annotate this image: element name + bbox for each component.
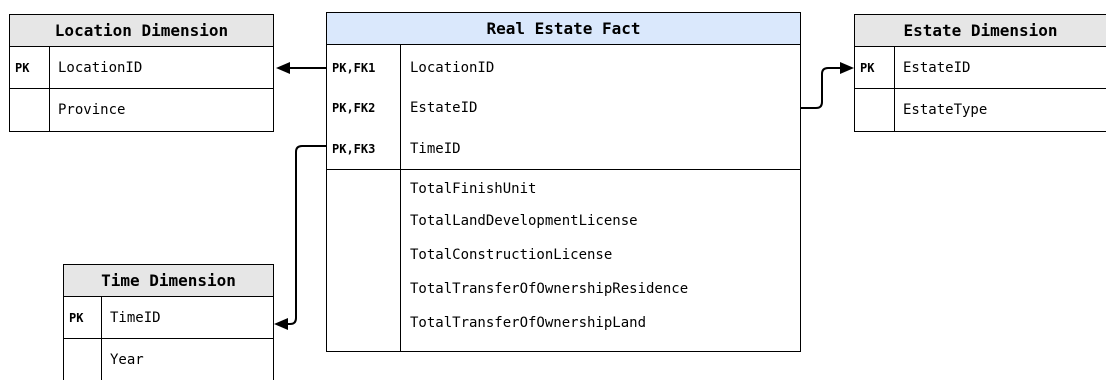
measure-label: TotalLandDevelopmentLicense (410, 213, 638, 229)
field-label: EstateType (903, 102, 988, 118)
table-row: Province (10, 89, 273, 131)
table-row: EstateType (855, 89, 1106, 131)
field-label: EstateID (903, 59, 971, 76)
time-relationship-connector (274, 145, 326, 330)
key-label: PK,FK3 (332, 141, 376, 156)
time-dimension-title: Time Dimension (64, 265, 273, 297)
field-label: EstateID (410, 100, 478, 116)
key-label: PK,FK1 (332, 61, 376, 75)
table-row: PK,FK3 TimeID (327, 128, 800, 170)
table-row: PK EstateID (855, 47, 1106, 89)
key-label (855, 89, 860, 131)
key-label: PK (860, 60, 875, 75)
location-dimension-table[interactable]: Location Dimension PK LocationID Provinc… (9, 14, 274, 132)
table-row: PK TimeID (64, 297, 273, 339)
key-label (64, 339, 69, 381)
measure-label: TotalTransferOfOwnershipLand (410, 315, 647, 331)
real-estate-fact-title: Real Estate Fact (327, 13, 800, 45)
location-dimension-title: Location Dimension (10, 15, 273, 47)
table-row: PK LocationID (10, 47, 273, 89)
table-row: PK,FK1 LocationID (327, 48, 800, 88)
key-label (10, 89, 15, 131)
key-label: PK (69, 310, 84, 325)
field-label: TimeID (410, 140, 461, 157)
measure-row: TotalLandDevelopmentLicense (327, 205, 800, 237)
measure-label: TotalTransferOfOwnershipResidence (410, 281, 689, 297)
estate-dimension-title: Estate Dimension (855, 15, 1106, 47)
measure-row: TotalTransferOfOwnershipLand (327, 307, 800, 339)
measure-label: TotalConstructionLicense (410, 247, 613, 263)
location-relationship-connector (276, 62, 326, 74)
key-label: PK (15, 60, 30, 75)
table-row: PK,FK2 EstateID (327, 88, 800, 128)
measure-row: TotalTransferOfOwnershipResidence (327, 273, 800, 305)
measure-label: TotalFinishUnit (410, 181, 537, 197)
field-label: Year (110, 352, 144, 368)
measure-row: TotalFinishUnit (327, 173, 800, 205)
estate-relationship-connector (801, 62, 854, 109)
field-label: Province (58, 102, 126, 118)
estate-dimension-table[interactable]: Estate Dimension PK EstateID EstateType (854, 14, 1106, 132)
field-label: TimeID (110, 309, 161, 326)
time-dimension-table[interactable]: Time Dimension PK TimeID Year (63, 264, 274, 380)
real-estate-fact-table[interactable]: Real Estate Fact PK,FK1 LocationID PK,FK… (326, 12, 801, 352)
key-label: PK,FK2 (332, 101, 376, 115)
field-label: LocationID (58, 59, 143, 76)
measure-row: TotalConstructionLicense (327, 239, 800, 271)
table-row: Year (64, 339, 273, 381)
field-label: LocationID (410, 60, 495, 76)
